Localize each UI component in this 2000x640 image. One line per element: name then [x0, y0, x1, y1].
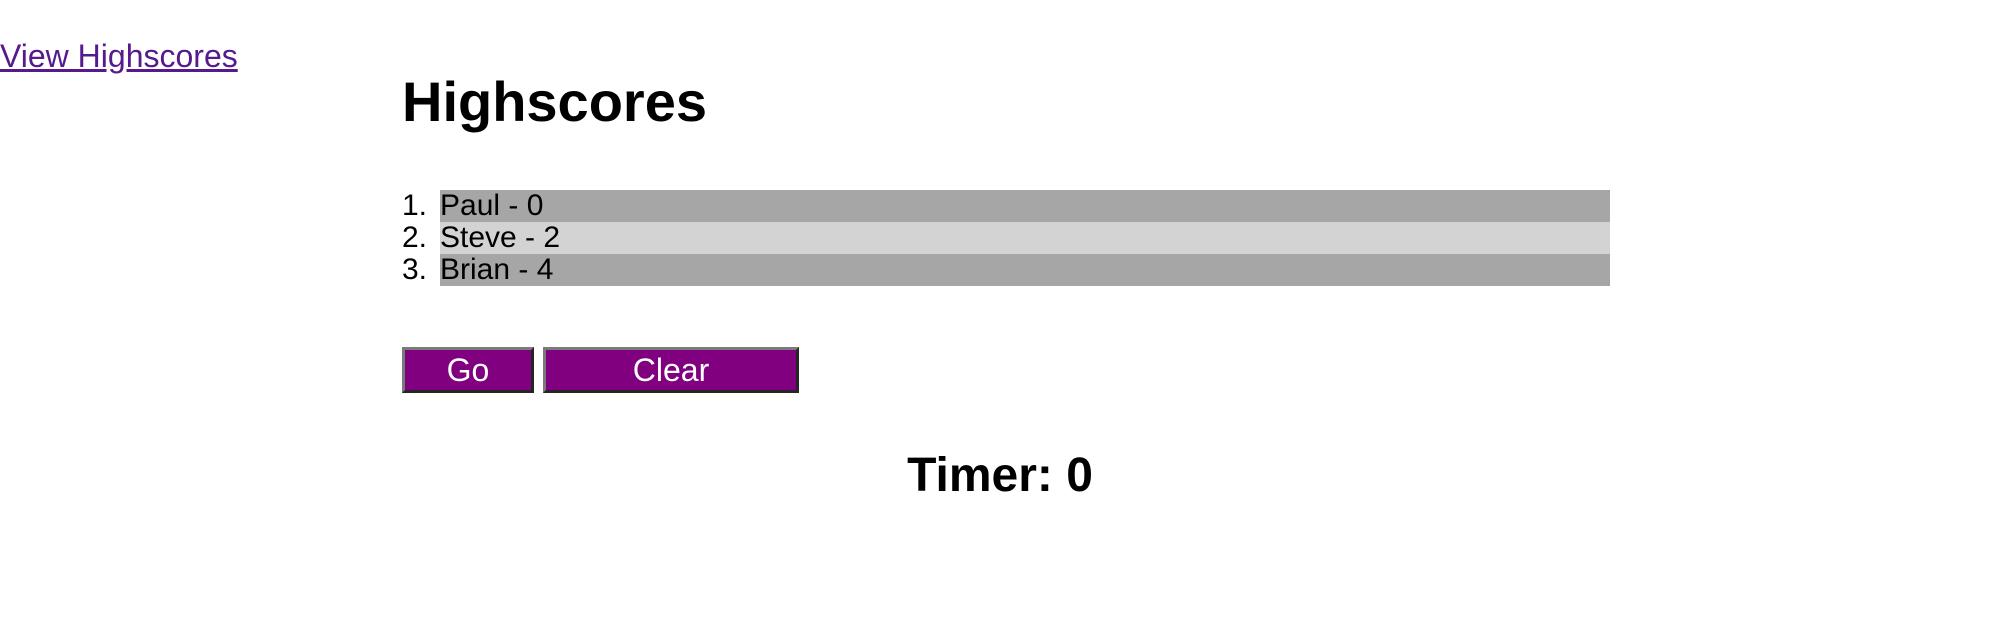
list-item-entry: Steve - 2: [440, 222, 1610, 254]
page-title: Highscores: [402, 70, 707, 133]
clear-highscores-button[interactable]: Clear Highscores: [543, 347, 799, 428]
highscores-section: Highscores 1. Paul - 0 2. Steve - 2 3. B…: [402, 62, 1610, 428]
highscores-list: 1. Paul - 0 2. Steve - 2 3. Brian - 4: [402, 190, 1610, 286]
view-highscores-link[interactable]: View Highscores: [0, 36, 238, 76]
list-item-entry: Brian - 4: [440, 254, 1610, 286]
list-item-entry: Paul - 0: [440, 190, 1610, 222]
go-back-button[interactable]: Go Back: [402, 347, 534, 428]
button-group: Go Back Clear Highscores: [402, 347, 799, 428]
list-item-number: 3.: [402, 253, 428, 286]
timer-display: Timer: 0: [907, 449, 1093, 502]
list-item-number: 1.: [402, 189, 428, 222]
page: View Highscores Highscores 1. Paul - 0 2…: [0, 0, 2000, 640]
list-item-number: 2.: [402, 221, 428, 254]
list-item: 2. Steve - 2: [402, 222, 1610, 254]
list-item: 3. Brian - 4: [402, 254, 1610, 286]
list-item: 1. Paul - 0: [402, 190, 1610, 222]
